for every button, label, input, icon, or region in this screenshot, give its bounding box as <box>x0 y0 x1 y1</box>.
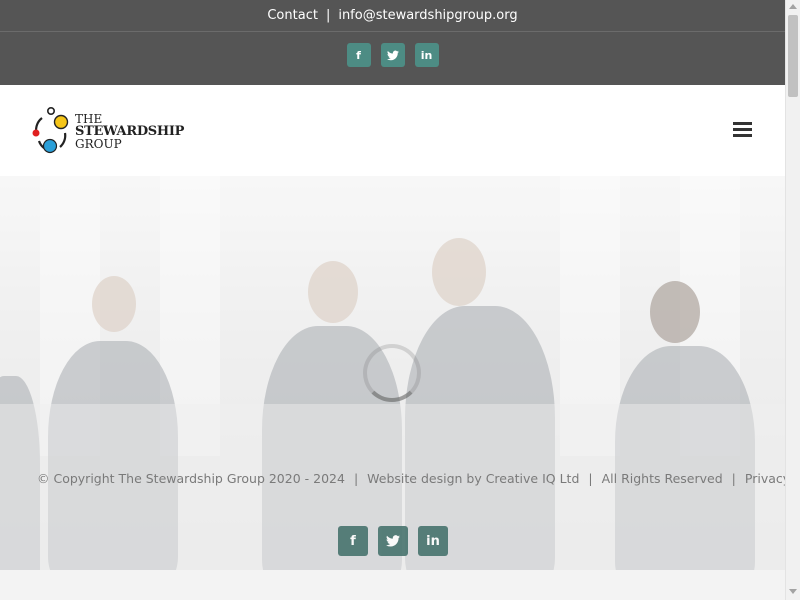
site-header: THE STEWARDSHIP GROUP <box>0 85 785 176</box>
logo-wordmark: THE STEWARDSHIP GROUP <box>75 113 184 151</box>
footer-separator: | <box>731 471 736 486</box>
menu-bar <box>733 128 752 131</box>
menu-bar <box>733 134 752 137</box>
facebook-icon[interactable]: f <box>346 43 371 67</box>
twitter-icon[interactable] <box>378 526 408 556</box>
footer-social-links: f in <box>338 526 448 556</box>
scroll-down-arrow-icon[interactable] <box>789 589 797 594</box>
twitter-glyph <box>386 535 400 547</box>
email-link[interactable]: info@stewardshipgroup.org <box>338 8 517 23</box>
twitter-icon[interactable] <box>380 43 405 67</box>
twitter-glyph <box>386 50 399 60</box>
contact-row: Contact | info@stewardshipgroup.org <box>0 0 785 32</box>
footer-separator: | <box>353 471 359 486</box>
linkedin-glyph: in <box>420 48 433 62</box>
menu-bar <box>733 122 752 125</box>
facebook-glyph: f <box>356 48 361 62</box>
logo-mark-icon <box>32 106 69 154</box>
logo-line-3: GROUP <box>75 137 122 151</box>
linkedin-icon[interactable]: in <box>418 526 448 556</box>
linkedin-icon[interactable]: in <box>414 43 439 67</box>
top-bar: Contact | info@stewardshipgroup.org f in <box>0 0 785 85</box>
contact-separator: | <box>325 8 331 23</box>
contact-link[interactable]: Contact <box>267 8 318 23</box>
stewardship-logo[interactable]: THE STEWARDSHIP GROUP <box>31 105 184 157</box>
loading-spinner-icon <box>363 344 421 402</box>
hero-image: © Copyright The Stewardship Group 2020 -… <box>0 176 785 570</box>
design-credit-link[interactable]: Website design by Creative IQ Ltd <box>367 471 579 486</box>
hamburger-menu-icon[interactable] <box>733 122 752 138</box>
facebook-icon[interactable]: f <box>338 526 368 556</box>
vertical-scrollbar[interactable] <box>785 0 800 600</box>
topbar-social-links: f in <box>0 43 785 67</box>
footer-copyright-row: © Copyright The Stewardship Group 2020 -… <box>37 471 785 486</box>
rights-text: All Rights Reserved <box>601 471 723 486</box>
facebook-glyph: f <box>350 533 356 549</box>
copyright-text: © Copyright The Stewardship Group 2020 -… <box>37 471 345 486</box>
bottom-strip <box>0 570 785 600</box>
scroll-up-arrow-icon[interactable] <box>789 4 797 9</box>
footer-separator: | <box>588 471 593 486</box>
scroll-thumb[interactable] <box>788 15 798 97</box>
privacy-policy-link[interactable]: Privacy Policy <box>745 471 785 486</box>
linkedin-glyph: in <box>426 533 440 549</box>
